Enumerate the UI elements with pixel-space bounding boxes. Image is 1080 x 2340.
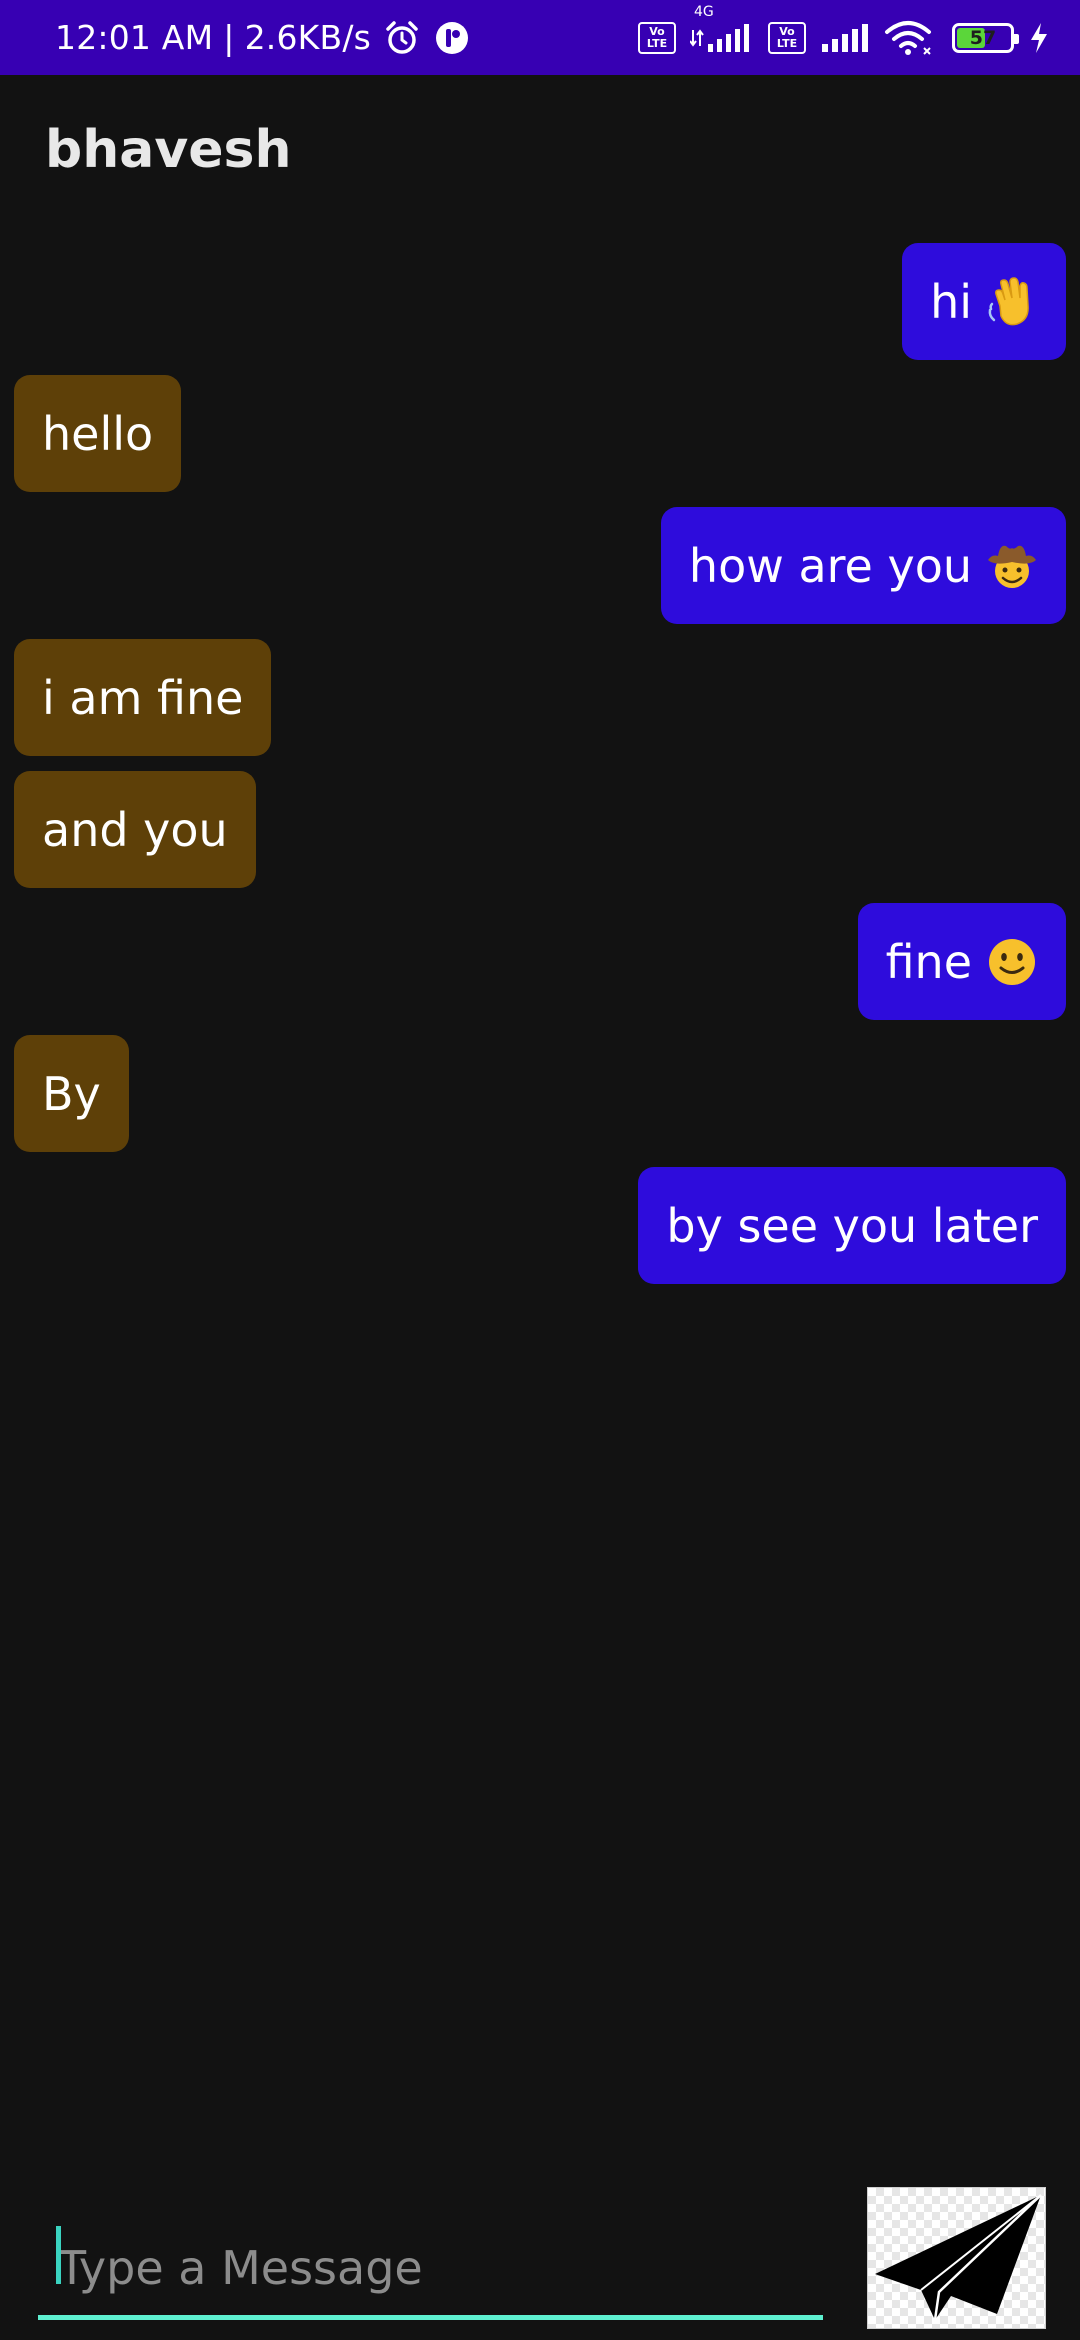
contact-name: bhavesh: [45, 120, 292, 180]
message-bubble-outgoing[interactable]: fine: [857, 903, 1066, 1020]
cowboy-emoji-icon: [986, 540, 1038, 592]
status-left: 12:01 AM | 2.6KB/s: [55, 0, 471, 75]
network-type-label: 4G: [694, 3, 714, 20]
volte-icon: Vo LTE: [638, 21, 676, 54]
message-row-outgoing: how are you: [0, 507, 1080, 624]
message-bubble-incoming[interactable]: and you: [14, 771, 256, 888]
battery-nub: [1014, 33, 1019, 44]
alarm-icon: [383, 19, 421, 57]
wave-emoji-icon: [986, 276, 1038, 328]
message-bubble-incoming[interactable]: i am fine: [14, 639, 272, 756]
message-bubble-outgoing[interactable]: how are you: [660, 507, 1066, 624]
volte-top-label-sim2: Vo: [779, 24, 795, 38]
volte-top-label: Vo: [649, 24, 665, 38]
message-input[interactable]: [38, 2220, 823, 2320]
message-text: By: [42, 1066, 101, 1121]
chat-screen: 12:01 AM | 2.6KB/s Vo LTE 4G Vo LTE 57 b…: [0, 0, 1080, 2340]
status-time: 12:01 AM: [55, 18, 214, 57]
status-separator: |: [223, 18, 235, 57]
signal-icon-sim2: [822, 23, 868, 52]
message-text: fine: [885, 934, 972, 989]
smile-emoji-icon: [986, 936, 1038, 988]
message-text: and you: [42, 802, 228, 857]
message-list: hi hello how are you i am fine and you f…: [0, 243, 1080, 1299]
text-cursor: [56, 2226, 61, 2284]
message-bubble-outgoing[interactable]: by see you later: [638, 1167, 1066, 1284]
message-row-incoming: hello: [0, 375, 1080, 492]
message-row-incoming: i am fine: [0, 639, 1080, 756]
battery-percent: 57: [969, 26, 997, 49]
volte-bottom-label-sim2: LTE: [776, 36, 798, 50]
wifi-icon: [885, 20, 931, 55]
message-row-outgoing: hi: [0, 243, 1080, 360]
battery-icon: 57: [952, 22, 1019, 53]
app-notification-icon: [433, 19, 471, 57]
message-bubble-incoming[interactable]: hello: [14, 375, 182, 492]
volte-icon-sim2: Vo LTE: [768, 21, 806, 54]
status-right: Vo LTE 4G Vo LTE 57: [638, 0, 1050, 75]
paper-plane-icon: [874, 2194, 1042, 2321]
message-row-outgoing: fine: [0, 903, 1080, 1020]
status-bar: 12:01 AM | 2.6KB/s Vo LTE 4G Vo LTE 57: [0, 0, 1080, 75]
network-speed: 2.6KB/s: [244, 18, 372, 57]
message-text: by see you later: [666, 1198, 1038, 1253]
message-text: hello: [42, 406, 154, 461]
message-text: i am fine: [42, 670, 244, 725]
message-text: how are you: [688, 538, 972, 593]
message-row-incoming: By: [0, 1035, 1080, 1152]
message-bubble-outgoing[interactable]: hi: [902, 243, 1066, 360]
message-row-outgoing: by see you later: [0, 1167, 1080, 1284]
app-bar: bhavesh: [0, 75, 1080, 235]
message-row-incoming: and you: [0, 771, 1080, 888]
signal-icon: [690, 23, 749, 52]
message-text: hi: [930, 274, 972, 329]
volte-bottom-label: LTE: [646, 36, 668, 50]
message-bubble-incoming[interactable]: By: [14, 1035, 129, 1152]
send-button[interactable]: [867, 2187, 1046, 2329]
signal-group-sim1: 4G: [690, 4, 754, 54]
charging-icon: [1031, 22, 1047, 53]
